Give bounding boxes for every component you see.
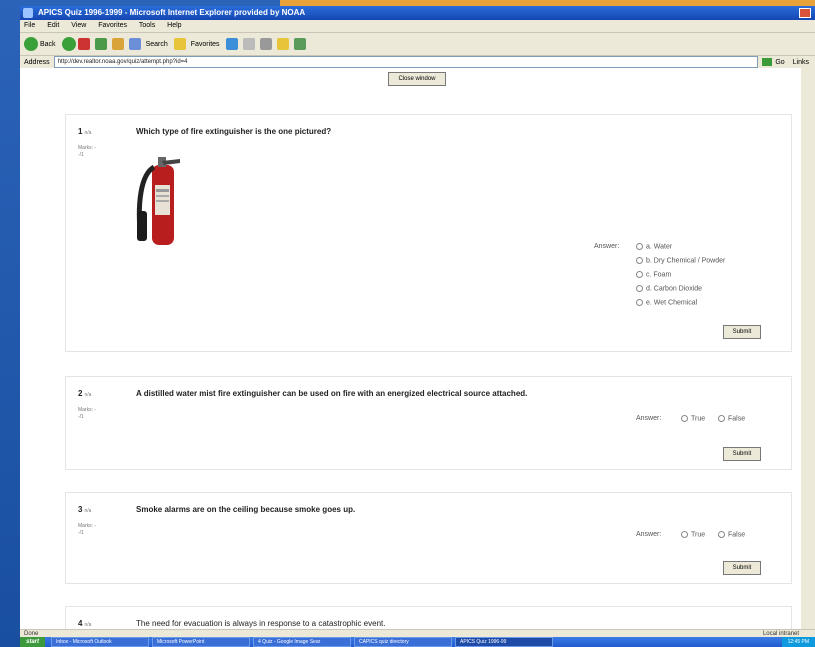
address-label: Address — [24, 58, 50, 66]
radio-icon[interactable] — [636, 243, 643, 250]
option-true[interactable]: True — [681, 531, 705, 538]
menu-edit[interactable]: Edit — [47, 22, 59, 29]
toolbar: Back Search Favorites — [20, 33, 815, 56]
option-b[interactable]: b. Dry Chemical / Powder — [636, 257, 725, 264]
question-1: 1 n/a Marks: --/1 Which type of fire exti… — [65, 114, 792, 352]
menu-tools[interactable]: Tools — [139, 22, 155, 29]
go-button[interactable]: Go — [775, 59, 784, 66]
history-icon[interactable] — [225, 38, 238, 50]
star-icon — [173, 38, 186, 50]
question-4: 4 n/a The need for evacuation is always i… — [65, 606, 792, 629]
print-icon[interactable] — [259, 38, 272, 50]
option-e[interactable]: e. Wet Chemical — [636, 299, 697, 306]
favorites-button[interactable]: Favorites — [173, 35, 220, 53]
radio-icon[interactable] — [636, 285, 643, 292]
search-icon — [128, 38, 141, 50]
forward-arrow-icon[interactable] — [61, 37, 76, 51]
option-true[interactable]: True — [681, 415, 705, 422]
question-text: Which type of fire extinguisher is the o… — [136, 127, 332, 136]
taskbar: start Inbox - Microsoft Outlook Microsof… — [20, 637, 815, 647]
taskbar-item-google[interactable]: 4 Quiz - Google Image Sear — [253, 637, 352, 647]
question-marks: Marks: --/1 — [78, 145, 97, 158]
radio-icon[interactable] — [718, 531, 725, 538]
radio-icon[interactable] — [636, 299, 643, 306]
option-c[interactable]: c. Foam — [636, 271, 671, 278]
question-marks: Marks: --/1 — [78, 407, 97, 420]
radio-icon[interactable] — [636, 271, 643, 278]
answer-label: Answer: — [594, 243, 620, 250]
radio-icon[interactable] — [681, 415, 688, 422]
start-button[interactable]: start — [20, 637, 46, 647]
taskbar-item-outlook[interactable]: Inbox - Microsoft Outlook — [51, 637, 150, 647]
taskbar-item-powerpoint[interactable]: Microsoft PowerPoint — [152, 637, 251, 647]
submit-button[interactable]: Submit — [723, 561, 761, 575]
submit-button[interactable]: Submit — [723, 447, 761, 461]
back-arrow-icon — [24, 37, 38, 51]
links-button[interactable]: Links — [793, 59, 809, 66]
option-false[interactable]: False — [718, 415, 745, 422]
question-text: Smoke alarms are on the ceiling because … — [136, 505, 356, 514]
menu-bar: File Edit View Favorites Tools Help — [20, 20, 815, 33]
fire-extinguisher-image — [136, 157, 180, 245]
favorites-label: Favorites — [190, 40, 220, 48]
option-a[interactable]: a. Water — [636, 243, 672, 250]
question-number: 4 n/a — [78, 619, 92, 628]
back-button[interactable]: Back — [24, 35, 56, 53]
menu-file[interactable]: File — [24, 22, 35, 29]
question-number: 1 n/a — [78, 127, 92, 136]
option-d[interactable]: d. Carbon Dioxide — [636, 285, 702, 292]
browser-window: APICS Quiz 1996-1999 - Microsoft Interne… — [20, 6, 815, 647]
question-number: 3 n/a — [78, 505, 92, 514]
ie-icon — [23, 8, 33, 18]
search-button[interactable]: Search — [128, 35, 168, 53]
taskbar-item-apics[interactable]: APICS Quiz 1996-99 — [455, 637, 554, 647]
answer-label: Answer: — [636, 415, 662, 422]
messenger-icon[interactable] — [293, 38, 306, 50]
folder-icon[interactable] — [276, 38, 289, 50]
menu-favorites[interactable]: Favorites — [98, 22, 127, 29]
question-3: 3 n/a Marks: --/1 Smoke alarms are on the… — [65, 492, 792, 584]
refresh-icon[interactable] — [94, 38, 107, 50]
taskbar-item-directory[interactable]: CAPICS quiz directory — [354, 637, 453, 647]
question-marks: Marks: --/1 — [78, 523, 97, 536]
system-tray-clock: 12:45 PM — [781, 637, 815, 647]
answer-label: Answer: — [636, 531, 662, 538]
page-content: Close window 1 n/a Marks: --/1 Which type… — [20, 68, 815, 629]
radio-icon[interactable] — [718, 415, 725, 422]
radio-icon[interactable] — [681, 531, 688, 538]
home-icon[interactable] — [111, 38, 124, 50]
menu-help[interactable]: Help — [167, 22, 181, 29]
question-number: 2 n/a — [78, 389, 92, 398]
radio-icon[interactable] — [636, 257, 643, 264]
window-title: APICS Quiz 1996-1999 - Microsoft Interne… — [38, 8, 306, 17]
close-window-button[interactable]: Close window — [388, 72, 446, 86]
question-2: 2 n/a Marks: --/1 A distilled water mist … — [65, 376, 792, 470]
option-false[interactable]: False — [718, 531, 745, 538]
title-bar[interactable]: APICS Quiz 1996-1999 - Microsoft Interne… — [20, 6, 815, 20]
search-label: Search — [145, 40, 168, 48]
go-icon[interactable] — [762, 58, 773, 66]
close-icon[interactable] — [799, 8, 811, 18]
address-input[interactable]: http://dev.realtor.noaa.gov/quiz/attempt… — [53, 56, 759, 68]
desktop-left-edge — [0, 0, 20, 647]
back-label: Back — [40, 40, 56, 48]
question-text: A distilled water mist fire extinguisher… — [136, 389, 528, 398]
menu-view[interactable]: View — [71, 22, 86, 29]
submit-button[interactable]: Submit — [723, 325, 761, 339]
vertical-scrollbar[interactable] — [801, 68, 815, 629]
stop-icon[interactable] — [77, 38, 90, 50]
mail-icon[interactable] — [242, 38, 255, 50]
question-text: The need for evacuation is always in res… — [136, 619, 386, 628]
